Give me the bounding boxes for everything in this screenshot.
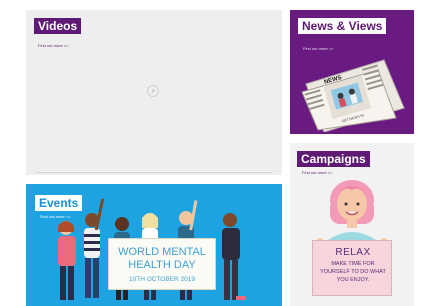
relax-sign-line-2: YOURSELF TO DO WHAT <box>320 269 386 275</box>
newspaper-illustration: NEWS GET NEWS IN <box>301 59 405 132</box>
relax-sign-line-1: MAKE TIME FOR <box>331 261 375 267</box>
events-find-out-more-link[interactable]: Find out more >> <box>40 214 70 219</box>
homepage-tiles-grid: Videos Find out more >> News & Views Fin… <box>0 0 431 306</box>
news-views-tile[interactable]: News & Views Find out more >> NEWS GET N… <box>290 10 414 134</box>
campaigns-find-out-more-link[interactable]: Find out more >> <box>302 170 332 175</box>
play-icon[interactable] <box>147 85 159 97</box>
events-tile[interactable]: Events Find out more >> WORLD MENTAL HEA… <box>26 184 282 306</box>
event-sign-line-1: WORLD MENTAL <box>118 246 206 258</box>
world-mental-health-day-sign: WORLD MENTAL HEALTH DAY 10TH OCTOBER 201… <box>108 238 216 290</box>
videos-find-out-more-link[interactable]: Find out more >> <box>38 43 68 48</box>
relax-sign-line-3: YOU ENJOY. <box>336 277 370 283</box>
event-sign-date: 10TH OCTOBER 2019 <box>129 276 195 283</box>
relax-sign-title: RELAX <box>335 247 371 258</box>
videos-tile[interactable]: Videos Find out more >> <box>26 10 282 175</box>
campaigns-tile[interactable]: Campaigns Find out more >> RELAX MAKE TI… <box>290 143 414 306</box>
campaigns-label[interactable]: Campaigns <box>297 151 370 167</box>
videos-label[interactable]: Videos <box>34 18 82 34</box>
event-sign-line-2: HEALTH DAY <box>128 259 196 271</box>
news-find-out-more-link[interactable]: Find out more >> <box>303 46 333 51</box>
events-label[interactable]: Events <box>35 195 83 211</box>
video-progress-bar[interactable] <box>36 172 272 173</box>
relax-sign: RELAX MAKE TIME FOR YOURSELF TO DO WHAT … <box>312 240 392 296</box>
news-views-label[interactable]: News & Views <box>298 18 387 34</box>
